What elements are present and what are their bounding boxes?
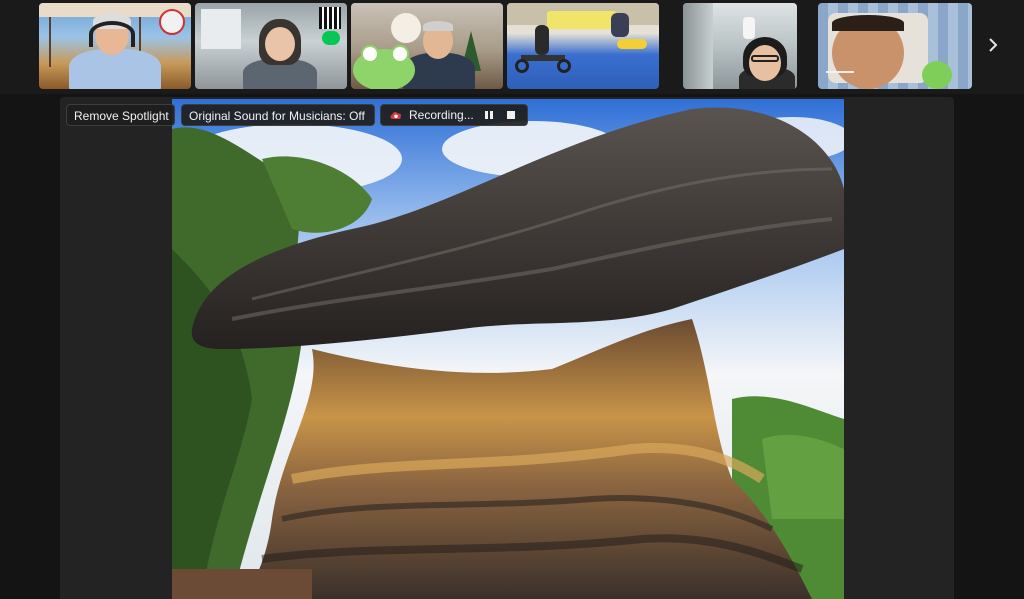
recording-indicator: Recording... xyxy=(380,104,528,126)
rock-formation-photo xyxy=(172,99,844,599)
headphones-icon xyxy=(89,21,135,47)
participant-video-tile[interactable] xyxy=(39,3,191,89)
participant-video-tile[interactable] xyxy=(195,3,347,89)
stop-icon xyxy=(507,111,515,119)
shared-content-photo xyxy=(172,99,844,599)
participant-video-tile[interactable] xyxy=(351,3,503,89)
chevron-right-icon xyxy=(989,38,998,52)
cloud-record-icon xyxy=(390,112,402,119)
participant-video-tile[interactable] xyxy=(683,3,797,89)
participant-strip xyxy=(0,0,1024,94)
qr-code-icon xyxy=(319,7,341,29)
participant-video-tile[interactable] xyxy=(818,3,972,89)
recording-status-label: Recording... xyxy=(409,108,474,122)
original-sound-toggle[interactable]: Original Sound for Musicians: Off xyxy=(181,104,375,126)
participant-video-tile[interactable] xyxy=(507,3,659,89)
pause-recording-button[interactable] xyxy=(481,107,497,123)
remove-spotlight-button[interactable]: Remove Spotlight xyxy=(66,104,175,126)
frog-plush xyxy=(922,61,952,89)
pause-icon xyxy=(485,111,493,119)
line-badge-icon xyxy=(322,31,340,45)
stop-recording-button[interactable] xyxy=(503,107,519,123)
next-page-button[interactable] xyxy=(982,30,1004,60)
